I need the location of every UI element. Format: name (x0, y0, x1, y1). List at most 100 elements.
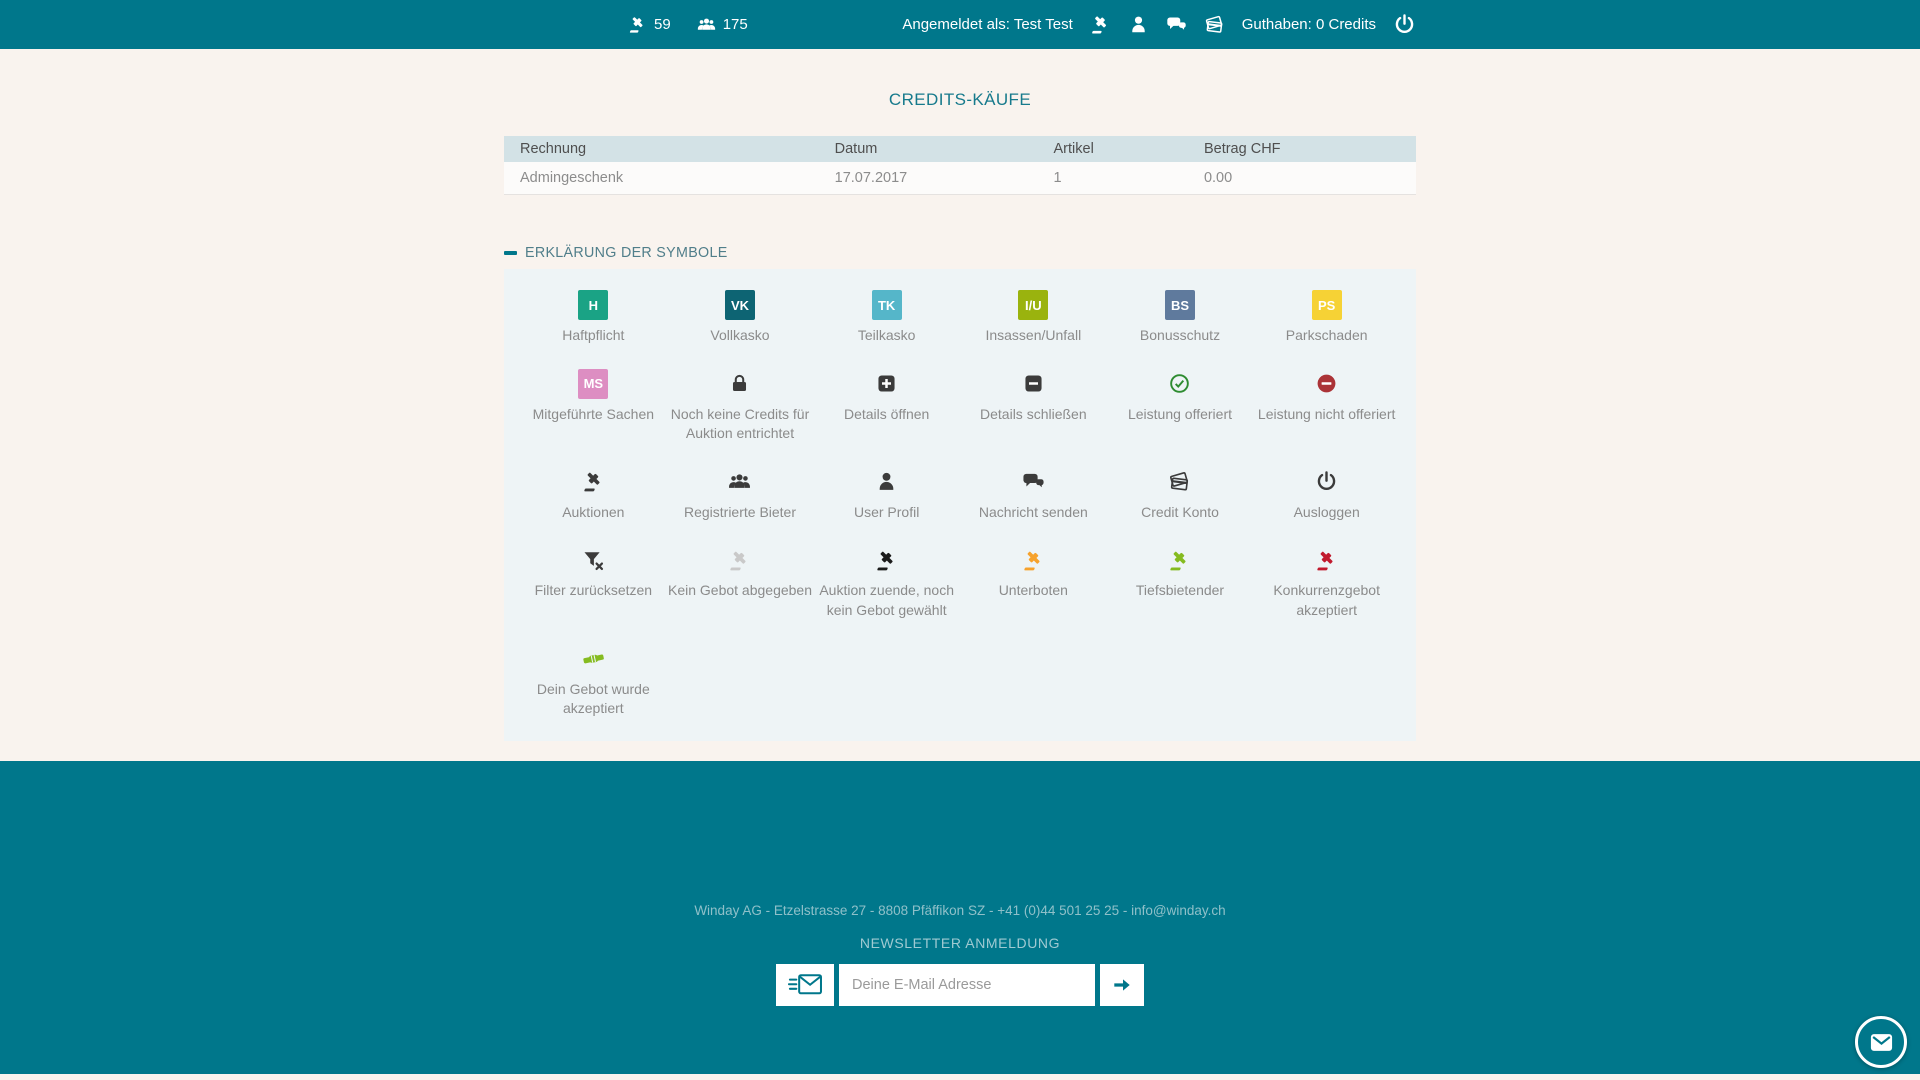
legend-item: I/U Insassen/Unfall (960, 287, 1107, 346)
auction-count[interactable]: 59 (628, 15, 671, 34)
legend-item: Kein Gebot abgegeben (667, 542, 814, 620)
gavel-icon (1315, 542, 1338, 578)
legend-item: PSParkschaden (1253, 287, 1400, 346)
legend-item: Leistung offeriert (1107, 366, 1254, 444)
gavel-icon (728, 542, 751, 578)
i-u-badge: I/U (1018, 287, 1048, 323)
ban-circle-icon (1315, 366, 1338, 402)
newsletter-email-input[interactable] (839, 964, 1095, 1006)
user-icon (875, 464, 898, 500)
messages-button[interactable] (1166, 14, 1187, 35)
legend-item: Konkurrenzgebot akzeptiert (1253, 542, 1400, 620)
top-bar: 59 175 Angemeldet als: Test Test Guthabe… (0, 0, 1920, 49)
gavel-icon (628, 15, 647, 34)
table-cell: 1 (1038, 162, 1188, 195)
legend-label: Konkurrenzgebot akzeptiert (1253, 581, 1400, 620)
user-profile-button[interactable] (1128, 14, 1149, 35)
column-header-artikel: Artikel (1038, 136, 1188, 162)
legend-label: Auktionen (562, 503, 624, 523)
legend-grid: HHaftpflichtVKVollkaskoTKTeilkaskoI/UIns… (504, 269, 1416, 741)
legend-label: Unterboten (999, 581, 1068, 601)
gavel-icon (1090, 14, 1111, 35)
mail-icon (1868, 1029, 1895, 1056)
table-cell: 0.00 (1188, 162, 1416, 195)
legend-label: Insassen/Unfall (985, 326, 1081, 346)
legend-label: Leistung nicht offeriert (1258, 405, 1396, 425)
newsletter-mail-badge (776, 964, 834, 1006)
legend-label: Dein Gebot wurde akzeptiert (520, 680, 667, 719)
contact-mail-button[interactable] (1855, 1016, 1907, 1068)
gavel-icon (875, 542, 898, 578)
legend-label: Noch keine Credits für Auktion entrichte… (667, 405, 814, 444)
legend-label: Auktion zuende, noch kein Gebot gewählt (813, 581, 960, 620)
bidder-count-value: 175 (723, 16, 748, 33)
legend-item: MSMitgeführte Sachen (520, 366, 667, 444)
bidder-count[interactable]: 175 (697, 15, 748, 34)
legend-label: Nachricht senden (979, 503, 1088, 523)
handshake-icon (582, 641, 605, 677)
legend-label: Details schließen (980, 405, 1087, 425)
tk-badge: TK (872, 287, 902, 323)
table-cell: 17.07.2017 (819, 162, 1038, 195)
newsletter-title: NEWSLETTER ANMELDUNG (0, 935, 1920, 951)
users-icon (697, 15, 716, 34)
column-header-betrag: Betrag CHF (1188, 136, 1416, 162)
footer-address: Winday AG - Etzelstrasse 27 - 8808 Pfäff… (0, 903, 1920, 918)
legend-label: Credit Konto (1141, 503, 1219, 523)
user-icon (1128, 14, 1149, 35)
plus-square-icon (875, 366, 898, 402)
legend-item: Details schließen (960, 366, 1107, 444)
legend-item: User Profil (813, 464, 960, 523)
newsletter-form (0, 964, 1920, 1006)
legend-item: Leistung nicht offeriert (1253, 366, 1400, 444)
badge-letter: MS (578, 369, 608, 399)
credit-account-button[interactable] (1204, 14, 1225, 35)
page: 59 175 Angemeldet als: Test Test Guthabe… (0, 0, 1920, 1080)
site-footer: Winday AG - Etzelstrasse 27 - 8808 Pfäff… (0, 761, 1920, 1074)
legend-item: Auktion zuende, noch kein Gebot gewählt (813, 542, 960, 620)
legend-label: Details öffnen (844, 405, 929, 425)
vk-badge: VK (725, 287, 755, 323)
legend-label: Leistung offeriert (1128, 405, 1232, 425)
bs-badge: BS (1165, 287, 1195, 323)
collapse-dash-icon (504, 251, 517, 255)
main-content: CREDITS-KÄUFE Rechnung Datum Artikel Bet… (504, 90, 1416, 741)
comments-icon (1022, 464, 1045, 500)
gavel-icon (582, 464, 605, 500)
legend-item: Details öffnen (813, 366, 960, 444)
page-title: CREDITS-KÄUFE (504, 90, 1416, 110)
legend-item: VKVollkasko (667, 287, 814, 346)
arrow-right-icon (1111, 974, 1133, 996)
balance-label: Guthaben: 0 Credits (1242, 16, 1376, 33)
legend-header[interactable]: ERKLÄRUNG DER SYMBOLE (504, 245, 1416, 261)
auctions-button[interactable] (1090, 14, 1111, 35)
legend-item: BSBonusschutz (1107, 287, 1254, 346)
legend-item: Unterboten (960, 542, 1107, 620)
badge-letter: I/U (1018, 290, 1048, 320)
auction-count-value: 59 (654, 16, 671, 33)
legend-label: Kein Gebot abgegeben (668, 581, 812, 601)
gavel-icon (1168, 542, 1191, 578)
legend-label: Filter zurücksetzen (535, 581, 652, 601)
logout-button[interactable] (1393, 13, 1416, 36)
power-icon (1315, 464, 1338, 500)
legend-label: Registrierte Bieter (684, 503, 796, 523)
table-row: Admingeschenk17.07.201710.00 (504, 162, 1416, 195)
minus-square-icon (1022, 366, 1045, 402)
gavel-icon (1022, 542, 1045, 578)
legend-item: Nachricht senden (960, 464, 1107, 523)
legend-item: Dein Gebot wurde akzeptiert (520, 641, 667, 719)
users-icon (728, 464, 751, 500)
badge-letter: VK (725, 290, 755, 320)
lock-icon (728, 366, 751, 402)
legend-label: Teilkasko (858, 326, 916, 346)
header-right: Angemeldet als: Test Test Guthaben: 0 Cr… (902, 0, 1416, 49)
newsletter-submit-button[interactable] (1100, 964, 1144, 1006)
logged-in-label: Angemeldet als: Test Test (902, 16, 1072, 33)
legend-label: Parkschaden (1286, 326, 1368, 346)
table-header-row: Rechnung Datum Artikel Betrag CHF (504, 136, 1416, 162)
legend-item: Registrierte Bieter (667, 464, 814, 523)
badge-letter: H (578, 290, 608, 320)
column-header-rechnung: Rechnung (504, 136, 819, 162)
column-header-datum: Datum (819, 136, 1038, 162)
